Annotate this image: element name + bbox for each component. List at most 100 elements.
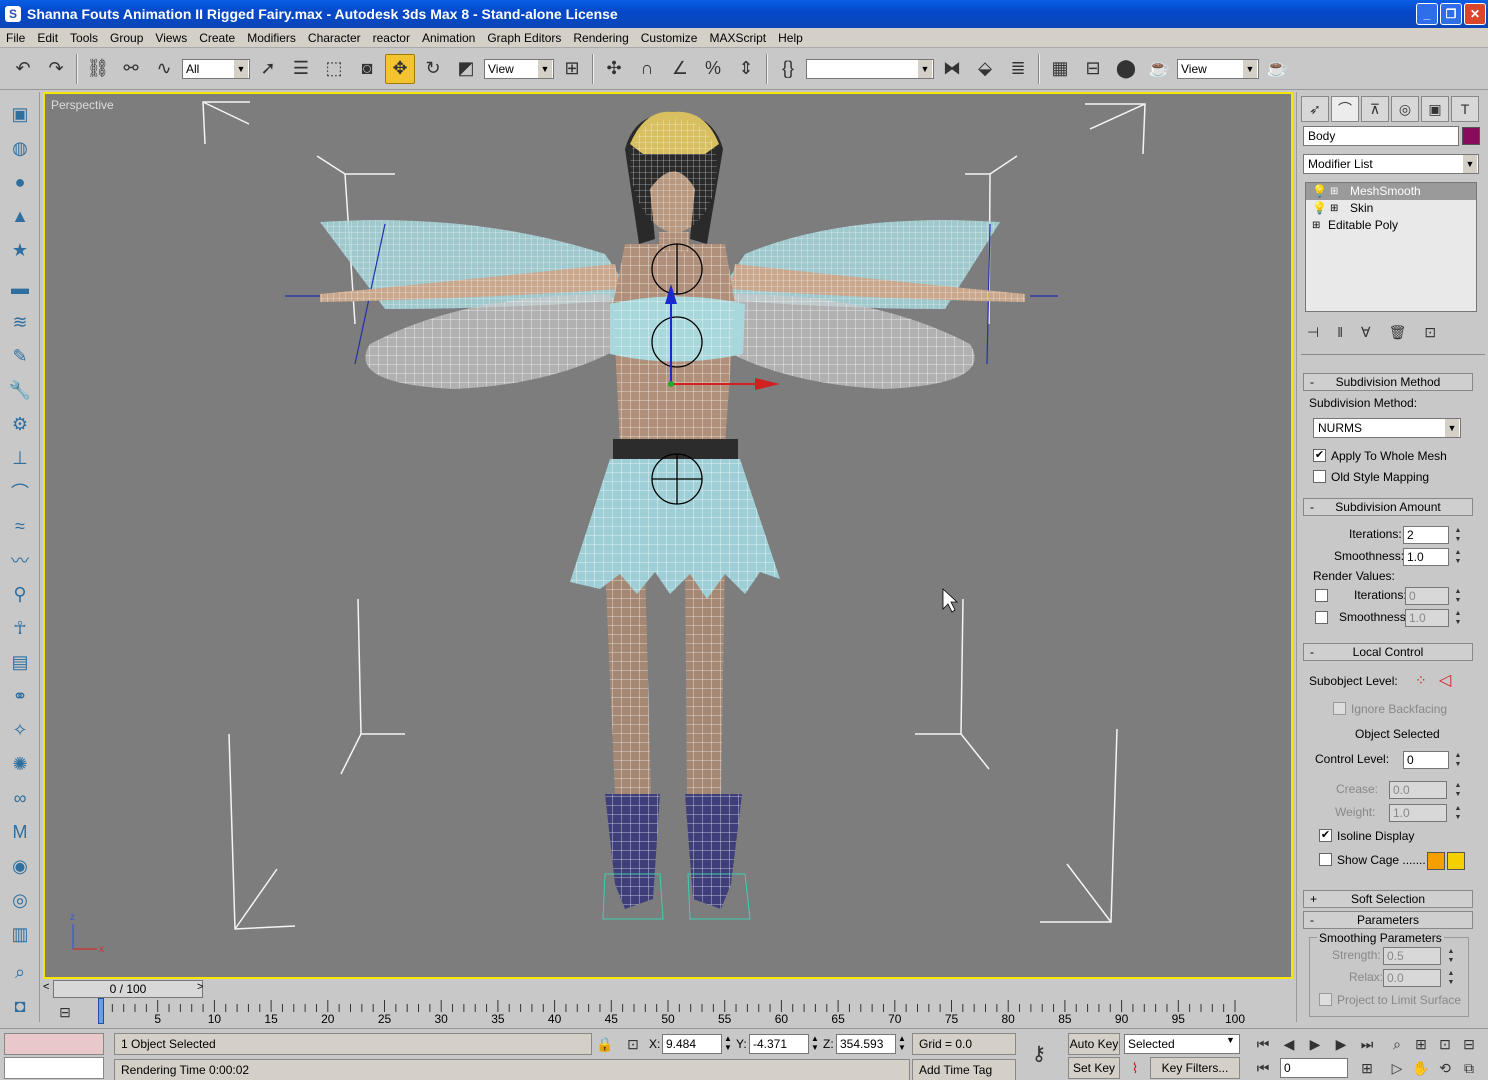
selection-filter-dropdown[interactable]: All bbox=[182, 58, 250, 79]
maximize-viewport-icon[interactable]: ⧉ bbox=[1458, 1057, 1480, 1079]
maxscript-listener-mini[interactable] bbox=[4, 1033, 104, 1055]
redo-icon[interactable]: ↷ bbox=[41, 54, 71, 84]
menu-views[interactable]: Views bbox=[149, 31, 193, 45]
snaps-toggle-icon[interactable]: ∩ bbox=[632, 54, 662, 84]
stack-item-meshsmooth[interactable]: 💡 ⊞ MeshSmooth bbox=[1306, 183, 1476, 200]
cone-icon[interactable]: ▲ bbox=[5, 202, 35, 230]
menu-graph-editors[interactable]: Graph Editors bbox=[481, 31, 567, 45]
layer-manager-icon[interactable]: ≣ bbox=[1003, 54, 1033, 84]
add-time-tag-button[interactable]: Add Time Tag bbox=[912, 1059, 1016, 1080]
window-crossing-icon[interactable]: ◙ bbox=[352, 54, 382, 84]
object-name-field[interactable]: Body bbox=[1303, 126, 1459, 146]
select-scale-icon[interactable]: ◩ bbox=[451, 54, 481, 84]
iterations-spinner-arrows[interactable]: ▲ ▼ bbox=[1453, 526, 1463, 544]
key-icon[interactable]: ⚷ bbox=[1028, 1043, 1050, 1065]
render-iterations-checkbox[interactable] bbox=[1315, 589, 1328, 602]
key-mode-dropdown[interactable]: Selected bbox=[1124, 1034, 1240, 1054]
subdivision-method-dropdown[interactable]: NURMS bbox=[1313, 418, 1461, 438]
rollout-soft-selection[interactable]: + Soft Selection bbox=[1303, 890, 1473, 908]
app-icon[interactable]: S bbox=[5, 6, 21, 22]
schematic-view-icon[interactable]: ⊟ bbox=[1078, 54, 1108, 84]
curve-editor-icon[interactable]: ▦ bbox=[1045, 54, 1075, 84]
project-limit-surface-checkbox[interactable] bbox=[1319, 993, 1332, 1006]
modifier-list-dropdown[interactable]: Modifier List bbox=[1303, 154, 1479, 174]
motion-tab-icon[interactable]: ◎ bbox=[1391, 96, 1419, 122]
lightbulb-icon[interactable]: 💡 bbox=[1312, 200, 1327, 217]
render-iterations-spinner[interactable]: 0 bbox=[1405, 587, 1449, 605]
x-coordinate-field[interactable]: 9.484 bbox=[662, 1034, 722, 1054]
biped-icon[interactable]: ☥ bbox=[5, 614, 35, 642]
bind-space-warp-icon[interactable]: ∿ bbox=[149, 54, 179, 84]
cloth-icon[interactable]: ▤ bbox=[5, 648, 35, 676]
edit-named-selection-icon[interactable]: {} bbox=[773, 54, 803, 84]
render-smoothness-checkbox[interactable] bbox=[1315, 611, 1328, 624]
lightbulb-icon[interactable]: 💡 bbox=[1312, 183, 1327, 200]
sphere-icon[interactable]: ● bbox=[5, 168, 35, 196]
menu-tools[interactable]: Tools bbox=[64, 31, 104, 45]
z-spinner-arrows[interactable]: ▲ ▼ bbox=[898, 1034, 906, 1052]
crease-spinner[interactable]: 0.0 bbox=[1389, 781, 1447, 799]
angle-snap-icon[interactable]: ∠ bbox=[665, 54, 695, 84]
pen-icon[interactable]: ✎ bbox=[5, 342, 35, 370]
render-smoothness-spinner-arrows[interactable]: ▲ ▼ bbox=[1453, 609, 1463, 627]
ripple-icon[interactable]: 〰 bbox=[5, 546, 35, 574]
menu-customize[interactable]: Customize bbox=[635, 31, 704, 45]
select-link-icon[interactable]: ⛓ bbox=[83, 54, 113, 84]
z-coordinate-field[interactable]: 354.593 bbox=[836, 1034, 896, 1054]
set-key-button[interactable]: Set Key bbox=[1068, 1057, 1120, 1079]
expand-icon[interactable]: ⊞ bbox=[1330, 200, 1338, 217]
rollout-subdivision-method[interactable]: - Subdivision Method bbox=[1303, 373, 1473, 391]
vertex-subobject-icon[interactable]: ⁘ bbox=[1415, 672, 1427, 689]
menu-maxscript[interactable]: MAXScript bbox=[703, 31, 772, 45]
maxscript-icon[interactable]: M bbox=[5, 818, 35, 846]
quick-render-icon[interactable]: ☕ bbox=[1262, 54, 1292, 84]
rollout-local-control[interactable]: - Local Control bbox=[1303, 643, 1473, 661]
wheel-icon[interactable]: ✺ bbox=[5, 750, 35, 778]
y-coordinate-field[interactable]: -4.371 bbox=[749, 1034, 809, 1054]
render-scene-icon[interactable]: ☕ bbox=[1144, 54, 1174, 84]
menu-rendering[interactable]: Rendering bbox=[567, 31, 634, 45]
named-selection-dropdown[interactable] bbox=[806, 58, 934, 79]
iterations-spinner[interactable]: 2 bbox=[1403, 526, 1449, 544]
maxscript-output-mini[interactable] bbox=[4, 1057, 104, 1079]
x-spinner-arrows[interactable]: ▲ ▼ bbox=[724, 1034, 732, 1052]
y-spinner-arrows[interactable]: ▲ ▼ bbox=[811, 1034, 819, 1052]
cage-color-swatch-1[interactable] bbox=[1427, 852, 1445, 870]
zoom-extents-icon[interactable]: ⊡ bbox=[1434, 1033, 1456, 1055]
time-slider[interactable]: < 0 / 100 > bbox=[43, 980, 1293, 998]
render-iterations-spinner-arrows[interactable]: ▲ ▼ bbox=[1453, 587, 1463, 605]
menu-modifiers[interactable]: Modifiers bbox=[241, 31, 302, 45]
expand-icon[interactable]: ⊞ bbox=[1312, 217, 1320, 234]
plane-icon[interactable]: ▬ bbox=[5, 274, 35, 302]
apply-whole-mesh-checkbox[interactable]: ✔ bbox=[1313, 449, 1326, 462]
control-level-spinner[interactable]: 0 bbox=[1403, 751, 1449, 769]
hierarchy-tab-icon[interactable]: ⊼ bbox=[1361, 96, 1389, 122]
remove-modifier-icon[interactable]: 🗑 bbox=[1389, 324, 1407, 346]
object-color-swatch[interactable] bbox=[1462, 127, 1480, 145]
stack-item-skin[interactable]: 💡 ⊞ Skin bbox=[1306, 200, 1476, 217]
select-object-icon[interactable]: ➚ bbox=[253, 54, 283, 84]
auto-key-button[interactable]: Auto Key bbox=[1068, 1033, 1120, 1055]
box-icon[interactable]: ▣ bbox=[5, 100, 35, 128]
create-tab-icon[interactable]: ➶ bbox=[1301, 96, 1329, 122]
modify-tab-icon[interactable]: ⌒ bbox=[1331, 96, 1359, 122]
strength-spinner[interactable]: 0.5 bbox=[1383, 947, 1441, 965]
go-to-end-icon[interactable]: ⏭ bbox=[1356, 1033, 1378, 1055]
pin-icon[interactable]: ⊥ bbox=[5, 444, 35, 472]
selection-lock-icon[interactable]: 🔒 bbox=[594, 1033, 616, 1055]
select-rotate-icon[interactable]: ↻ bbox=[418, 54, 448, 84]
minimize-button[interactable]: _ bbox=[1416, 3, 1438, 25]
menu-reactor[interactable]: reactor bbox=[367, 31, 416, 45]
play-icon[interactable]: ▶ bbox=[1304, 1033, 1326, 1055]
time-configuration-icon[interactable]: ⊞ bbox=[1356, 1057, 1378, 1079]
menu-group[interactable]: Group bbox=[104, 31, 149, 45]
bend-icon[interactable]: ⌒ bbox=[5, 478, 35, 506]
weight-spinner-arrows[interactable]: ▲ ▼ bbox=[1453, 804, 1463, 822]
zoom-all-icon[interactable]: ⊞ bbox=[1410, 1033, 1432, 1055]
display-tab-icon[interactable]: ▣ bbox=[1421, 96, 1449, 122]
track-bar[interactable]: ⊟ 5 10 15 20 25 30 35 40 45 50 55 60 65 70 75 80 85 90 95 1… bbox=[43, 998, 1293, 1028]
render-smoothness-spinner[interactable]: 1.0 bbox=[1405, 609, 1449, 627]
reference-coordinate-dropdown[interactable]: View bbox=[484, 58, 554, 79]
current-frame-marker[interactable] bbox=[98, 998, 104, 1024]
show-cage-checkbox[interactable] bbox=[1319, 853, 1332, 866]
